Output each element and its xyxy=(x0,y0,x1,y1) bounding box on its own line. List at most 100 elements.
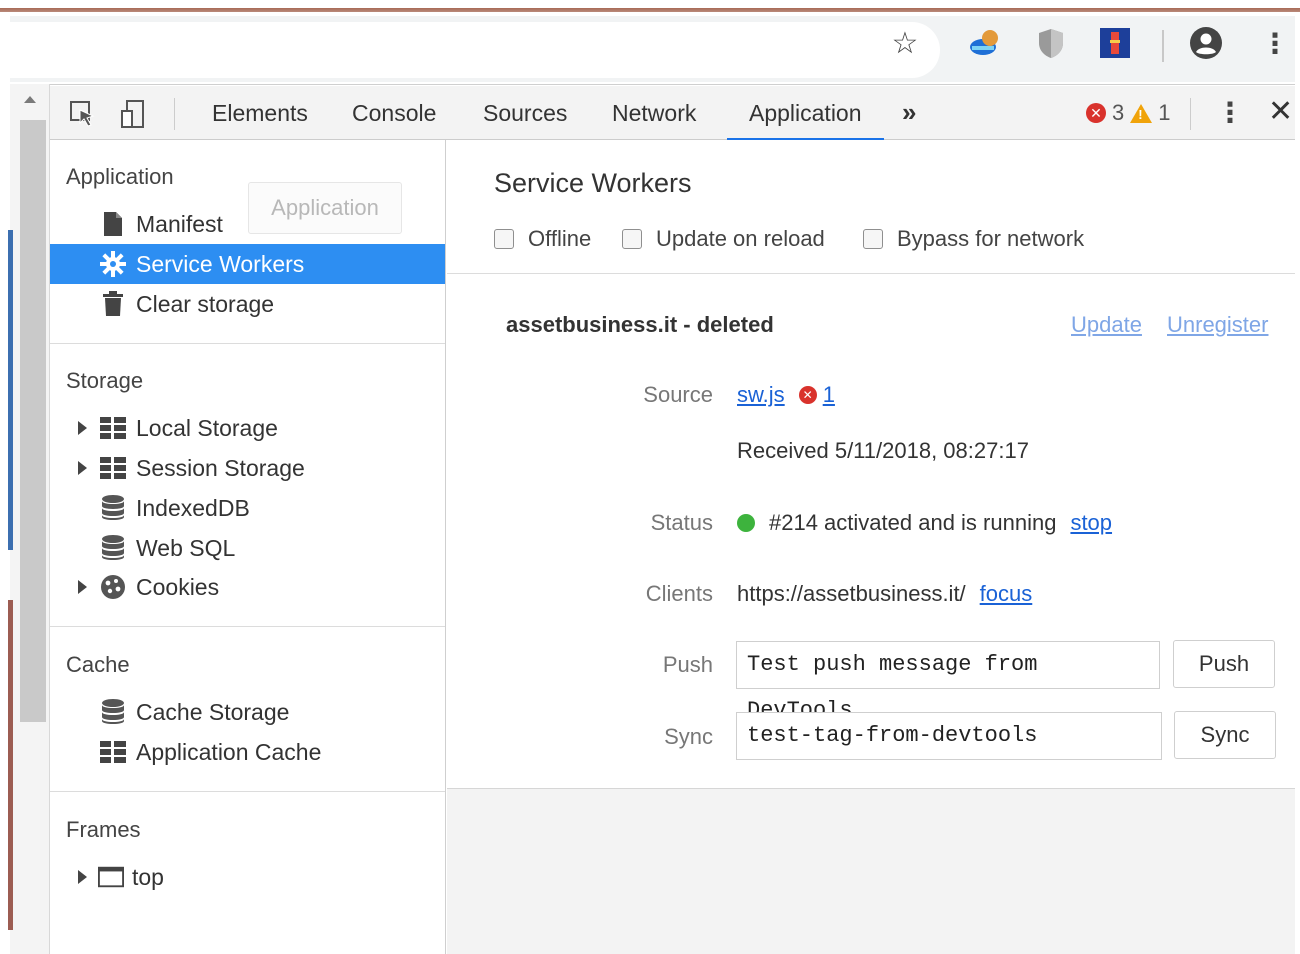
grid-icon xyxy=(100,415,126,441)
file-icon xyxy=(100,211,126,237)
sidebar-item-indexeddb[interactable]: IndexedDB xyxy=(50,488,445,528)
error-count: 3 xyxy=(1112,100,1125,125)
tab-sources[interactable]: Sources xyxy=(481,86,569,140)
error-warning-counter[interactable]: ✕ 3 ! 1 xyxy=(1086,100,1171,126)
tabbar-separator xyxy=(1190,98,1191,130)
checkbox-box[interactable] xyxy=(863,229,883,249)
page-scrollbar[interactable] xyxy=(10,84,50,954)
bypass-for-network-checkbox[interactable]: Bypass for network xyxy=(863,226,1084,252)
page-edge-strip xyxy=(8,600,13,930)
sidebar-item-label: Cookies xyxy=(136,573,220,600)
database-icon xyxy=(100,535,126,561)
tab-application[interactable]: Application xyxy=(727,86,884,141)
address-bar[interactable] xyxy=(10,22,940,78)
sidebar-item-web-sql[interactable]: Web SQL xyxy=(50,528,445,568)
status-value: #214 activated and is running stop xyxy=(737,510,1112,536)
sidebar-item-label: Cache Storage xyxy=(136,698,290,725)
error-icon: ✕ xyxy=(1086,103,1106,123)
status-label: Status xyxy=(650,510,713,535)
sidebar-item-label: top xyxy=(132,863,164,890)
sync-tag-input[interactable]: test-tag-from-devtools xyxy=(736,712,1162,760)
tabbar-separator xyxy=(174,98,175,130)
sidebar-item-label: Clear storage xyxy=(136,290,275,317)
push-button[interactable]: Push xyxy=(1173,640,1275,688)
source-label: Source xyxy=(643,382,713,407)
section-divider xyxy=(50,343,445,344)
gear-icon xyxy=(100,251,126,277)
focus-link[interactable]: focus xyxy=(980,581,1033,607)
checkbox-label: Bypass for network xyxy=(897,226,1085,251)
checkbox-box[interactable] xyxy=(494,229,514,249)
source-errors[interactable]: ✕ 1 xyxy=(798,382,835,408)
more-tabs-chevron-icon[interactable]: » xyxy=(902,86,916,140)
expand-arrow-icon[interactable] xyxy=(78,580,87,594)
offline-checkbox[interactable]: Offline xyxy=(494,226,591,252)
status-text: #214 activated and is running xyxy=(769,510,1057,535)
update-on-reload-checkbox[interactable]: Update on reload xyxy=(622,226,825,252)
expand-arrow-icon[interactable] xyxy=(78,461,87,475)
cookie-icon xyxy=(100,574,126,600)
push-message-input[interactable]: Test push message from DevTools xyxy=(736,641,1160,723)
inspect-element-icon[interactable] xyxy=(66,98,100,130)
sidebar-item-application-cache[interactable]: Application Cache xyxy=(50,732,445,772)
error-icon: ✕ xyxy=(798,386,817,404)
section-title-application: Application xyxy=(66,164,174,189)
expand-arrow-icon[interactable] xyxy=(78,870,87,884)
database-icon xyxy=(100,495,126,521)
grid-icon xyxy=(100,455,126,481)
devtools-menu-icon[interactable]: ⋮ xyxy=(1216,96,1244,129)
update-link[interactable]: Update xyxy=(1071,312,1142,338)
device-toolbar-icon[interactable] xyxy=(116,98,150,130)
scroll-thumb[interactable] xyxy=(20,120,46,722)
page-title: Service Workers xyxy=(494,168,692,198)
tab-network[interactable]: Network xyxy=(610,86,698,140)
sidebar-item-local-storage[interactable]: Local Storage xyxy=(50,408,445,448)
source-error-count[interactable]: 1 xyxy=(823,382,835,408)
source-file-link[interactable]: sw.js xyxy=(737,382,785,408)
section-divider xyxy=(447,273,1295,274)
sidebar-item-label: Session Storage xyxy=(136,454,305,481)
sidebar-item-frame-top[interactable]: top xyxy=(50,857,445,897)
expand-arrow-icon[interactable] xyxy=(78,421,87,435)
cloud-ext-icon[interactable] xyxy=(968,26,1002,60)
worker-origin: assetbusiness.it - deleted xyxy=(506,312,774,337)
shield-ext-icon[interactable] xyxy=(1034,26,1068,60)
sidebar-item-label: Application Cache xyxy=(136,738,322,765)
warning-count: 1 xyxy=(1158,100,1171,125)
unregister-link[interactable]: Unregister xyxy=(1167,312,1268,338)
close-icon[interactable]: ✕ xyxy=(1268,94,1293,129)
sidebar-item-manifest[interactable]: Manifest xyxy=(50,204,445,244)
sidebar-item-cache-storage[interactable]: Cache Storage xyxy=(50,692,445,732)
section-divider xyxy=(50,791,445,792)
grid-icon xyxy=(100,739,126,765)
checkbox-label: Update on reload xyxy=(656,226,825,251)
star-icon[interactable]: ☆ xyxy=(888,26,922,60)
sync-button[interactable]: Sync xyxy=(1174,711,1276,759)
trash-icon xyxy=(100,291,126,317)
window-top-border xyxy=(0,0,1300,12)
account-icon[interactable] xyxy=(1189,26,1223,60)
sidebar-item-service-workers[interactable]: Service Workers xyxy=(50,244,445,284)
service-workers-panel: Service Workers Offline Update on reload… xyxy=(447,140,1295,954)
checkbox-label: Offline xyxy=(528,226,592,251)
browser-menu-icon[interactable]: ⋮ xyxy=(1258,26,1292,60)
sidebar-item-cookies[interactable]: Cookies xyxy=(50,567,445,607)
received-timestamp: Received 5/11/2018, 08:27:17 xyxy=(737,438,1029,463)
sidebar-item-label: IndexedDB xyxy=(136,494,250,521)
sidebar-item-session-storage[interactable]: Session Storage xyxy=(50,448,445,488)
devtools-tabbar: Elements Console Sources Network Applica… xyxy=(50,86,1295,141)
checkbox-box[interactable] xyxy=(622,229,642,249)
tab-console[interactable]: Console xyxy=(350,86,438,140)
sidebar-item-label: Manifest xyxy=(136,210,223,237)
stop-link[interactable]: stop xyxy=(1070,510,1112,536)
clients-label: Clients xyxy=(645,581,713,606)
section-divider xyxy=(50,626,445,627)
tab-application-label: Application xyxy=(749,100,862,126)
clients-value: https://assetbusiness.it/ focus xyxy=(737,581,1032,607)
client-url: https://assetbusiness.it/ xyxy=(737,581,966,606)
page-edge-strip xyxy=(8,230,13,550)
scroll-up-arrow-icon[interactable] xyxy=(24,96,36,103)
tab-elements[interactable]: Elements xyxy=(210,86,310,140)
tower-ext-icon[interactable] xyxy=(1098,26,1132,60)
sidebar-item-clear-storage[interactable]: Clear storage xyxy=(50,284,445,324)
